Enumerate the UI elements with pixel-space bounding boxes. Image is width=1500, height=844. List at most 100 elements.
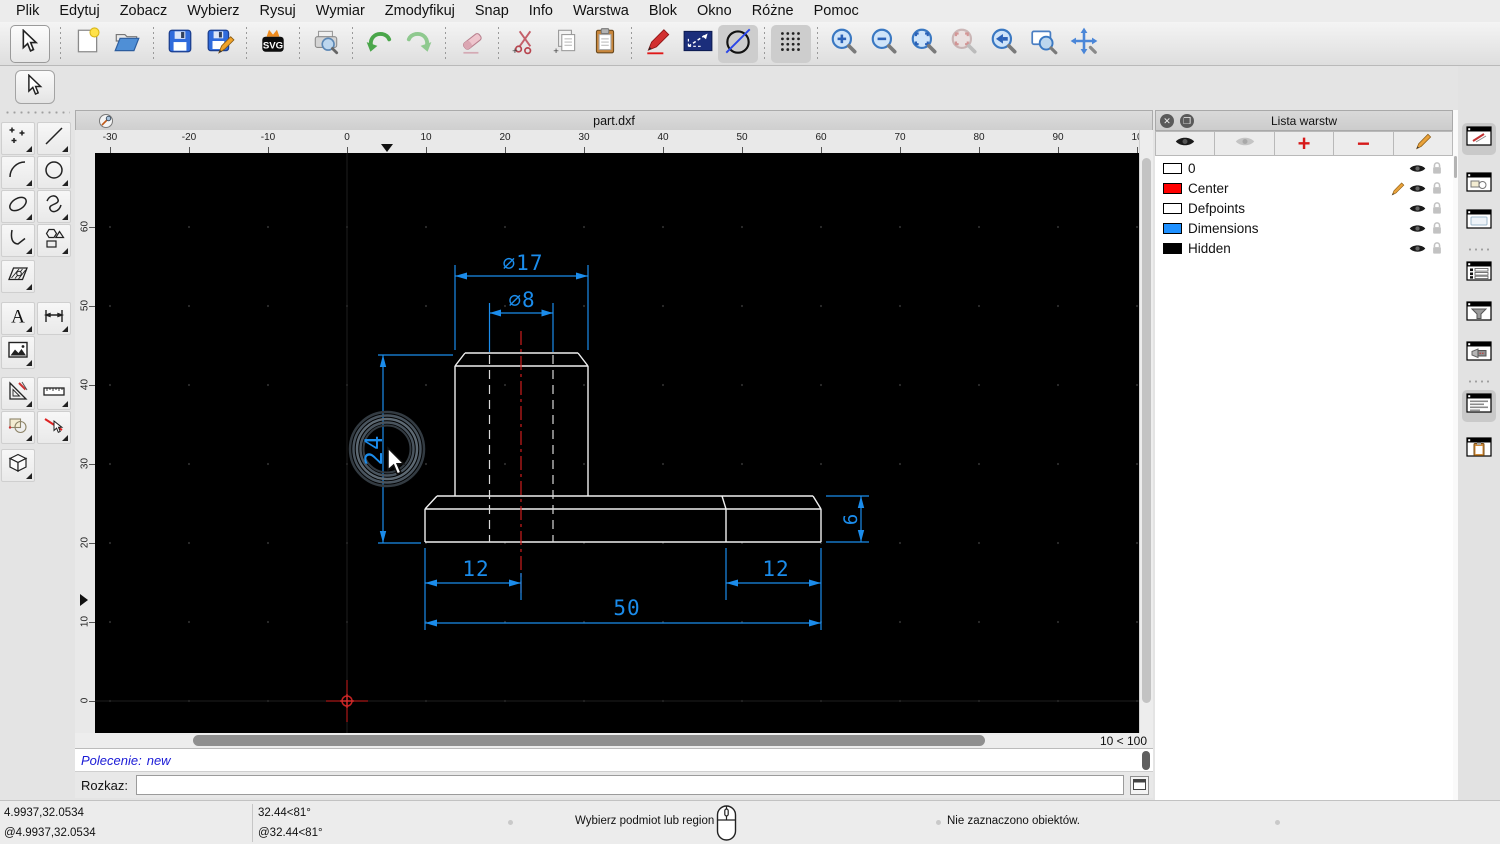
zoom-window-button[interactable] bbox=[1024, 25, 1064, 63]
circle-slash-toggle-button[interactable] bbox=[718, 25, 758, 63]
add-layer-button[interactable]: + bbox=[1275, 131, 1334, 156]
line-tool-button[interactable] bbox=[37, 122, 71, 155]
dock-layer-list-button[interactable] bbox=[1462, 258, 1496, 290]
dock-scrollbar-thumb[interactable] bbox=[1454, 156, 1457, 178]
command-history[interactable]: Polecenie: new bbox=[75, 748, 1153, 772]
menu-zobacz[interactable]: Zobacz bbox=[110, 3, 178, 19]
ellipse-tool-button[interactable] bbox=[1, 190, 35, 223]
layer-name[interactable]: Center bbox=[1188, 181, 1387, 196]
layer-visible-icon[interactable] bbox=[1407, 163, 1427, 174]
dock-clipboard-button[interactable] bbox=[1462, 434, 1496, 466]
paste-button[interactable] bbox=[585, 25, 625, 63]
layer-color-swatch[interactable] bbox=[1163, 183, 1182, 194]
dim-height-24[interactable]: 24 bbox=[360, 435, 388, 466]
zoom-pan-button[interactable] bbox=[1064, 25, 1104, 63]
canvas-horizontal-scrollbar[interactable]: 10 < 100 bbox=[75, 733, 1153, 748]
zoom-in-button[interactable] bbox=[824, 25, 864, 63]
layer-name[interactable]: 0 bbox=[1188, 161, 1407, 176]
solid3d-tool-button[interactable] bbox=[1, 449, 35, 482]
zoom-out-button[interactable] bbox=[864, 25, 904, 63]
redo-button[interactable] bbox=[399, 25, 439, 63]
menu-snap[interactable]: Snap bbox=[465, 3, 519, 19]
deselect-tool-button[interactable] bbox=[37, 411, 71, 444]
menu-okno[interactable]: Okno bbox=[687, 3, 742, 19]
command-detach-button[interactable] bbox=[1130, 776, 1149, 795]
dim-width-50[interactable]: 50 bbox=[613, 596, 640, 620]
palette-select-button[interactable] bbox=[15, 70, 55, 104]
menu-plik[interactable]: Plik bbox=[6, 3, 49, 19]
layer-color-swatch[interactable] bbox=[1163, 243, 1182, 254]
undock-icon[interactable]: ❐ bbox=[1180, 114, 1194, 128]
zoom-previous-button[interactable] bbox=[984, 25, 1024, 63]
layer-row[interactable]: Hidden bbox=[1155, 238, 1453, 258]
modify-tool-button[interactable] bbox=[1, 377, 35, 410]
layer-editing-pencil-icon[interactable] bbox=[1387, 181, 1407, 196]
spline-tool-button[interactable] bbox=[37, 190, 71, 223]
shapes-tool-button[interactable] bbox=[37, 224, 71, 257]
layer-lock-icon[interactable] bbox=[1427, 181, 1447, 195]
blocks-tool-button[interactable] bbox=[1, 411, 35, 444]
layer-row[interactable]: Defpoints bbox=[1155, 198, 1453, 218]
layer-visible-icon[interactable] bbox=[1407, 183, 1427, 194]
dimension-tool-button[interactable] bbox=[37, 302, 71, 335]
dock-library-browser-button[interactable] bbox=[1462, 206, 1496, 238]
menu-rysuj[interactable]: Rysuj bbox=[250, 3, 306, 19]
command-input[interactable] bbox=[136, 775, 1124, 795]
save-button[interactable] bbox=[160, 25, 200, 63]
dim-diameter-17[interactable]: ⌀17 bbox=[503, 251, 544, 275]
hide-all-layers-button[interactable] bbox=[1215, 131, 1274, 156]
layer-name[interactable]: Hidden bbox=[1188, 241, 1407, 256]
layer-color-swatch[interactable] bbox=[1163, 223, 1182, 234]
menu-zmodyfikuj[interactable]: Zmodyfikuj bbox=[375, 3, 465, 19]
save-as-button[interactable] bbox=[200, 25, 240, 63]
zoom-auto-button[interactable] bbox=[904, 25, 944, 63]
layer-color-swatch[interactable] bbox=[1163, 203, 1182, 214]
layer-row[interactable]: Center bbox=[1155, 178, 1453, 198]
menu-wybierz[interactable]: Wybierz bbox=[177, 3, 249, 19]
close-icon[interactable]: ✕ bbox=[1160, 114, 1174, 128]
drawing-canvas[interactable]: ⌀17 ⌀8 24 12 12 50 6 bbox=[95, 153, 1139, 733]
menu-rozne[interactable]: Różne bbox=[742, 3, 804, 19]
draft-rectangle-button[interactable] bbox=[678, 25, 718, 63]
new-document-button[interactable] bbox=[67, 25, 107, 63]
layer-lock-icon[interactable] bbox=[1427, 201, 1447, 215]
dock-entity-properties-button[interactable] bbox=[1462, 123, 1496, 155]
menu-pomoc[interactable]: Pomoc bbox=[804, 3, 869, 19]
open-file-button[interactable] bbox=[107, 25, 147, 63]
zoom-selected-button[interactable] bbox=[944, 25, 984, 63]
menu-edytuj[interactable]: Edytuj bbox=[49, 3, 109, 19]
layer-visible-icon[interactable] bbox=[1407, 223, 1427, 234]
dock-command-widget-button[interactable] bbox=[1462, 338, 1496, 370]
layer-visible-icon[interactable] bbox=[1407, 203, 1427, 214]
dock-command-line-button[interactable] bbox=[1462, 390, 1496, 422]
polyline-tool-button[interactable] bbox=[1, 224, 35, 257]
layer-lock-icon[interactable] bbox=[1427, 241, 1447, 255]
cut-button[interactable]: + bbox=[505, 25, 545, 63]
command-history-scrollbar[interactable] bbox=[1142, 751, 1150, 770]
dock-selection-filter-button[interactable] bbox=[1462, 298, 1496, 330]
document-titlebar[interactable]: part.dxf bbox=[75, 110, 1153, 130]
hatch-tool-button[interactable] bbox=[1, 260, 35, 293]
select-tool-button[interactable] bbox=[10, 25, 50, 63]
arc-tool-button[interactable] bbox=[1, 156, 35, 189]
layer-row[interactable]: Dimensions bbox=[1155, 218, 1453, 238]
export-svg-button[interactable]: SVG bbox=[253, 25, 293, 63]
print-preview-button[interactable] bbox=[306, 25, 346, 63]
menu-warstwa[interactable]: Warstwa bbox=[563, 3, 639, 19]
undo-button[interactable] bbox=[359, 25, 399, 63]
delete-button[interactable] bbox=[452, 25, 492, 63]
layer-row[interactable]: 0 bbox=[1155, 158, 1453, 178]
dim-offset-right-12[interactable]: 12 bbox=[762, 557, 789, 581]
remove-layer-button[interactable]: − bbox=[1334, 131, 1393, 156]
dock-block-list-button[interactable] bbox=[1462, 169, 1496, 201]
layer-name[interactable]: Defpoints bbox=[1188, 201, 1407, 216]
dim-offset-left-12[interactable]: 12 bbox=[462, 557, 489, 581]
menu-blok[interactable]: Blok bbox=[639, 3, 687, 19]
layer-visible-icon[interactable] bbox=[1407, 243, 1427, 254]
text-tool-button[interactable]: A bbox=[1, 302, 35, 335]
layer-color-swatch[interactable] bbox=[1163, 163, 1182, 174]
canvas-vertical-scrollbar[interactable] bbox=[1139, 130, 1153, 733]
measure-tool-button[interactable] bbox=[37, 377, 71, 410]
layer-lock-icon[interactable] bbox=[1427, 161, 1447, 175]
pen-button[interactable] bbox=[638, 25, 678, 63]
